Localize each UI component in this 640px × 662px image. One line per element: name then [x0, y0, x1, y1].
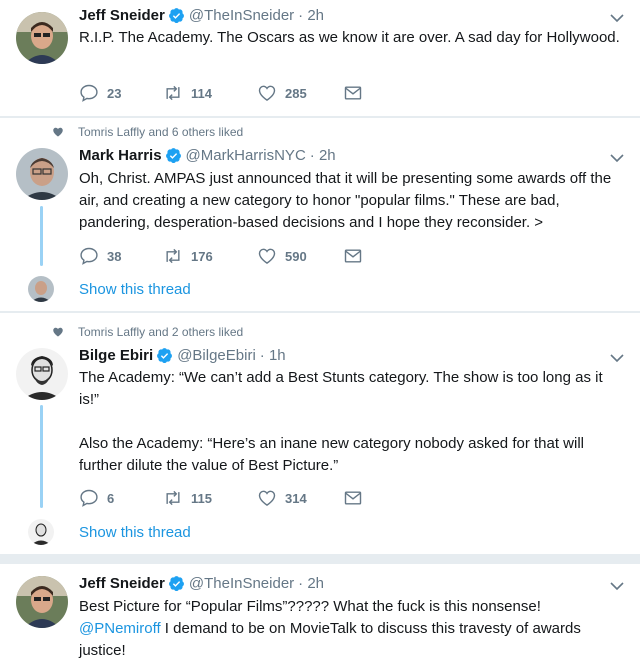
direct-message-icon	[344, 491, 362, 505]
avatar[interactable]	[16, 12, 68, 64]
timestamp[interactable]: · 2h	[298, 575, 324, 592]
like-button[interactable]: 285	[257, 83, 343, 103]
retweet-icon	[166, 85, 180, 101]
retweet-button[interactable]: 176	[163, 246, 257, 266]
heart-icon	[258, 248, 276, 264]
chevron-down-icon[interactable]	[610, 11, 624, 25]
retweet-count: 176	[191, 248, 213, 264]
action-bar: 23 114 285	[79, 83, 371, 103]
thread-connector-line	[40, 206, 43, 266]
tweet-text: R.I.P. The Academy. The Oscars as we kno…	[79, 27, 626, 49]
thread-avatar[interactable]	[28, 276, 54, 302]
tweet-text: Best Picture for “Popular Films”????? Wh…	[79, 596, 626, 662]
chevron-down-icon[interactable]	[610, 151, 624, 165]
reply-count: 6	[107, 490, 115, 506]
avatar[interactable]	[16, 348, 68, 400]
chevron-down-icon[interactable]	[610, 351, 624, 365]
direct-message-button[interactable]	[343, 246, 371, 266]
handle[interactable]: @MarkHarrisNYC	[186, 147, 306, 164]
timestamp[interactable]: · 2h	[310, 147, 336, 164]
verified-badge-icon	[165, 148, 181, 164]
tweet-paragraph: Also the Academy: “Here’s an inane new c…	[79, 435, 585, 474]
reply-button[interactable]: 38	[79, 246, 163, 266]
retweet-button[interactable]: 115	[163, 488, 257, 508]
timeline-feed: Jeff Sneider @TheInSneider · 2h R.I.P. T…	[0, 0, 640, 662]
display-name[interactable]: Jeff Sneider	[79, 7, 165, 24]
show-thread-link[interactable]: Show this thread	[79, 524, 191, 541]
reply-count: 38	[107, 248, 122, 264]
tweet-mark-harris[interactable]: Tomris Laffly and 6 others liked Mark Ha…	[0, 118, 640, 312]
tweet-paragraph-mention: @PNemiroff I demand to be on MovieTalk t…	[79, 618, 626, 662]
display-name[interactable]: Bilge Ebiri	[79, 347, 153, 364]
handle[interactable]: @TheInSneider	[189, 7, 294, 24]
verified-badge-icon	[157, 348, 173, 364]
heart-icon	[53, 327, 63, 337]
like-count: 314	[285, 490, 307, 506]
thread-avatar[interactable]	[28, 519, 54, 545]
verified-badge-icon	[168, 576, 184, 592]
direct-message-icon	[344, 86, 362, 100]
tweet-paragraph: R.I.P. The Academy. The Oscars as we kno…	[79, 29, 620, 46]
mention-link[interactable]: @PNemiroff	[79, 620, 161, 637]
display-name[interactable]: Jeff Sneider	[79, 575, 165, 592]
heart-icon	[258, 85, 276, 101]
social-context: Tomris Laffly and 6 others liked	[52, 124, 243, 140]
action-bar: 38 176 590	[79, 246, 371, 266]
like-count: 590	[285, 248, 307, 264]
handle[interactable]: @TheInSneider	[189, 575, 294, 592]
chevron-down-icon[interactable]	[610, 579, 624, 593]
tweet-paragraph: Best Picture for “Popular Films”????? Wh…	[79, 598, 541, 615]
heart-icon	[53, 127, 63, 137]
social-context: Tomris Laffly and 2 others liked	[52, 324, 243, 340]
retweet-icon	[166, 248, 180, 264]
avatar[interactable]	[16, 148, 68, 200]
avatar[interactable]	[16, 576, 68, 628]
tweet-jeff-sneider-2[interactable]: Jeff Sneider @TheInSneider · 2h Best Pic…	[0, 564, 640, 662]
display-name[interactable]: Mark Harris	[79, 147, 162, 164]
handle[interactable]: @BilgeEbiri	[177, 347, 256, 364]
social-context-text[interactable]: Tomris Laffly and 2 others liked	[78, 325, 243, 339]
like-count: 285	[285, 85, 307, 101]
tweet-header: Mark Harris @MarkHarrisNYC · 2h	[79, 147, 336, 164]
timestamp[interactable]: · 2h	[298, 7, 324, 24]
retweet-count: 115	[191, 490, 212, 506]
tweet-header: Bilge Ebiri @BilgeEbiri · 1h	[79, 347, 286, 364]
reply-button[interactable]: 23	[79, 83, 163, 103]
reply-icon	[80, 247, 98, 265]
social-context-text[interactable]: Tomris Laffly and 6 others liked	[78, 125, 243, 139]
direct-message-button[interactable]	[343, 83, 371, 103]
thread-connector-line	[40, 405, 43, 508]
like-button[interactable]: 590	[257, 246, 343, 266]
timestamp[interactable]: · 1h	[260, 347, 286, 364]
verified-badge-icon	[168, 8, 184, 24]
like-button[interactable]: 314	[257, 488, 343, 508]
tweet-bilge-ebiri[interactable]: Tomris Laffly and 2 others liked Bilge E…	[0, 313, 640, 555]
direct-message-button[interactable]	[343, 488, 371, 508]
reply-count: 23	[107, 85, 122, 101]
reply-icon	[80, 84, 98, 102]
tweet-text: The Academy: “We can’t add a Best Stunts…	[79, 367, 626, 477]
tweet-paragraph: Oh, Christ. AMPAS just announced that it…	[79, 170, 612, 231]
retweet-count: 114	[191, 85, 212, 101]
show-thread-link[interactable]: Show this thread	[79, 281, 191, 298]
tweet-paragraph: The Academy: “We can’t add a Best Stunts…	[79, 369, 603, 408]
reply-icon	[80, 489, 98, 507]
tweet-text: Oh, Christ. AMPAS just announced that it…	[79, 168, 626, 234]
direct-message-icon	[344, 249, 362, 263]
action-bar: 6 115 314	[79, 488, 371, 508]
reply-button[interactable]: 6	[79, 488, 163, 508]
retweet-icon	[166, 490, 180, 506]
heart-icon	[258, 490, 276, 506]
tweet-header: Jeff Sneider @TheInSneider · 2h	[79, 7, 324, 24]
tweet-header: Jeff Sneider @TheInSneider · 2h	[79, 575, 324, 592]
tweet-jeff-sneider-1[interactable]: Jeff Sneider @TheInSneider · 2h R.I.P. T…	[0, 0, 640, 117]
retweet-button[interactable]: 114	[163, 83, 257, 103]
